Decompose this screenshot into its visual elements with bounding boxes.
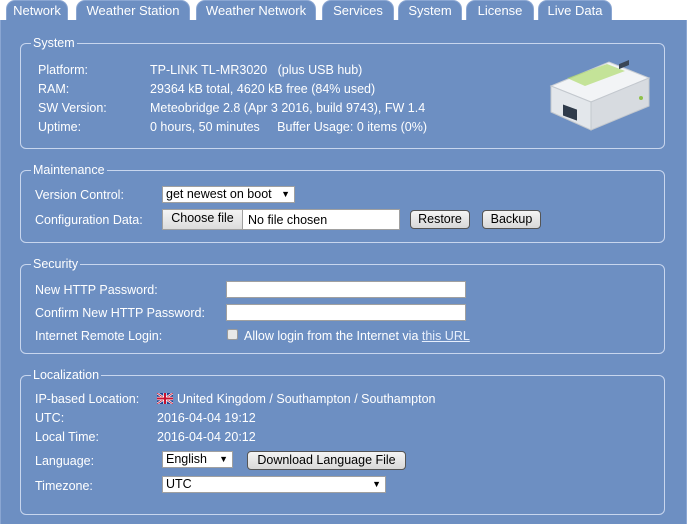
- security-legend: Security: [31, 256, 81, 272]
- tab-services[interactable]: Services: [322, 0, 394, 20]
- allow-remote-login-label: Allow login from the Internet via: [244, 329, 422, 343]
- sw-version-value: Meteobridge 2.8 (Apr 3 2016, build 9743)…: [150, 101, 426, 115]
- ip-location-value: United Kingdom / Southampton / Southampt…: [177, 392, 436, 406]
- tab-weather-station[interactable]: Weather Station: [76, 0, 190, 20]
- localization-section: Localization IP-based Location: United K…: [20, 367, 665, 515]
- file-status: No file chosen: [248, 213, 328, 227]
- maintenance-legend: Maintenance: [31, 162, 107, 178]
- uptime-label: Uptime:: [38, 120, 82, 134]
- local-time-value: 2016-04-04 20:12: [157, 430, 256, 444]
- new-password-label: New HTTP Password:: [35, 283, 158, 297]
- tab-bar: Network Weather Station Weather Network …: [0, 0, 689, 20]
- platform-value: TP-LINK TL-MR3020 (plus USB hub): [150, 63, 363, 77]
- language-select[interactable]: English ▼: [162, 451, 233, 468]
- timezone-value: UTC: [166, 477, 192, 491]
- tab-live-data[interactable]: Live Data: [538, 0, 612, 20]
- backup-button[interactable]: Backup: [482, 210, 541, 229]
- version-control-select[interactable]: get newest on boot ▼: [162, 186, 295, 203]
- timezone-select[interactable]: UTC ▼: [162, 476, 386, 493]
- platform-label: Platform:: [38, 63, 89, 77]
- new-password-input[interactable]: [226, 281, 466, 298]
- language-label: Language:: [35, 454, 95, 468]
- ram-value: 29364 kB total, 4620 kB free (84% used): [150, 82, 376, 96]
- restore-button[interactable]: Restore: [410, 210, 470, 229]
- this-url-link[interactable]: this URL: [422, 329, 470, 343]
- security-section: Security New HTTP Password: Confirm New …: [20, 256, 665, 354]
- sw-version-label: SW Version:: [38, 101, 107, 115]
- confirm-password-label: Confirm New HTTP Password:: [35, 306, 205, 320]
- local-time-label: Local Time:: [35, 430, 99, 444]
- uptime-value: 0 hours, 50 minutes Buffer Usage: 0 item…: [150, 120, 427, 134]
- config-file-input[interactable]: Choose file No file chosen: [162, 209, 400, 230]
- chevron-down-icon: ▼: [372, 479, 381, 489]
- remote-login-label: Internet Remote Login:: [35, 329, 163, 343]
- chevron-down-icon: ▼: [281, 189, 290, 199]
- uk-flag-icon: [157, 393, 173, 404]
- allow-remote-login-checkbox[interactable]: [227, 329, 238, 340]
- version-control-label: Version Control:: [35, 188, 124, 202]
- system-section: System Platform: TP-LINK TL-MR3020 (plus…: [20, 35, 665, 149]
- ram-label: RAM:: [38, 82, 70, 96]
- ip-location-label: IP-based Location:: [35, 392, 140, 406]
- router-image: [549, 60, 651, 131]
- tab-license[interactable]: License: [466, 0, 534, 20]
- config-data-label: Configuration Data:: [35, 213, 143, 227]
- allow-remote-login-text: Allow login from the Internet via this U…: [244, 328, 470, 344]
- maintenance-section: Maintenance Version Control: get newest …: [20, 162, 665, 243]
- language-value: English: [166, 452, 207, 466]
- chevron-down-icon: ▼: [219, 454, 228, 464]
- ip-location-value-row: United Kingdom / Southampton / Southampt…: [157, 391, 436, 407]
- tab-system[interactable]: System: [398, 0, 462, 20]
- utc-value: 2016-04-04 19:12: [157, 411, 256, 425]
- confirm-password-input[interactable]: [226, 304, 466, 321]
- timezone-label: Timezone:: [35, 479, 93, 493]
- system-legend: System: [31, 35, 77, 51]
- localization-legend: Localization: [31, 367, 102, 383]
- tab-network[interactable]: Network: [6, 0, 68, 20]
- choose-file-button[interactable]: Choose file: [163, 210, 243, 229]
- main-panel: System Platform: TP-LINK TL-MR3020 (plus…: [0, 20, 687, 524]
- utc-label: UTC:: [35, 411, 65, 425]
- download-language-button[interactable]: Download Language File: [247, 451, 406, 470]
- tab-weather-network[interactable]: Weather Network: [196, 0, 316, 20]
- version-control-value: get newest on boot: [166, 187, 272, 201]
